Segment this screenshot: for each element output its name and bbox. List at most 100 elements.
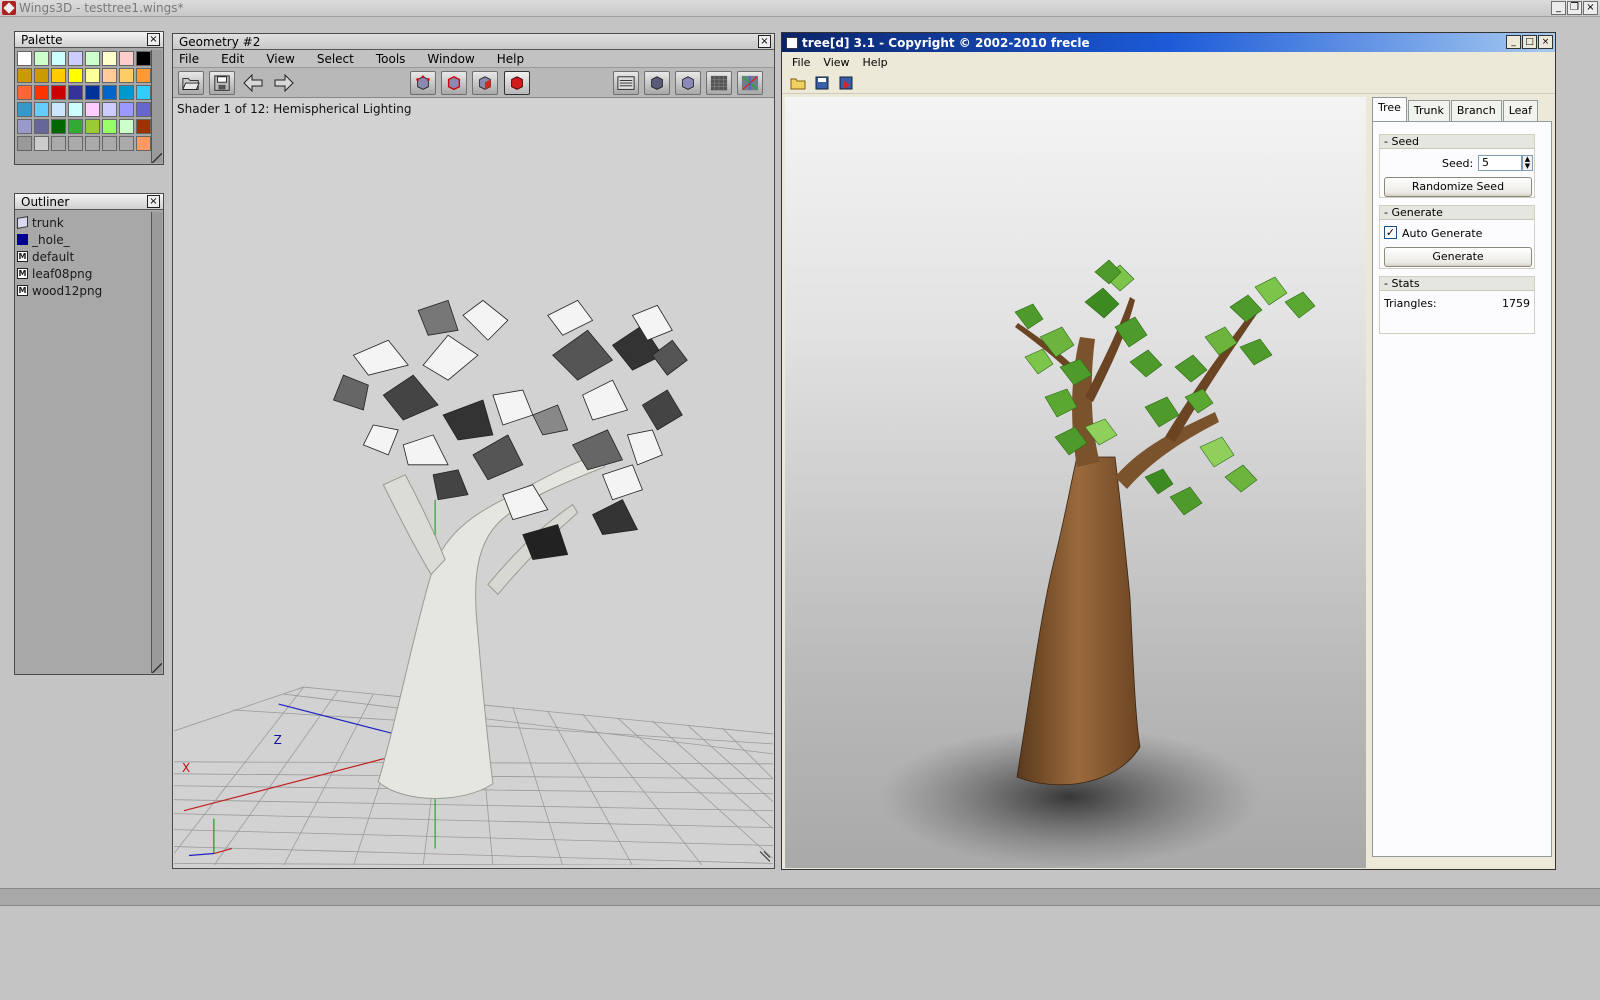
resize-grip-icon[interactable] <box>152 153 162 163</box>
palette-swatch[interactable] <box>68 51 83 66</box>
menu-tools[interactable]: Tools <box>376 52 418 66</box>
palette-swatch[interactable] <box>85 68 100 83</box>
palette-swatch[interactable] <box>34 85 49 100</box>
palette-swatch[interactable] <box>136 119 151 134</box>
export-icon[interactable] <box>838 76 854 90</box>
palette-swatch[interactable] <box>17 68 32 83</box>
palette-swatch[interactable] <box>51 119 66 134</box>
palette-swatch[interactable] <box>85 102 100 117</box>
auto-generate-checkbox[interactable]: ✓ <box>1384 226 1397 239</box>
palette-swatch[interactable] <box>51 51 66 66</box>
palette-swatch[interactable] <box>68 136 83 151</box>
palette-swatch[interactable] <box>136 136 151 151</box>
treed-menu-file[interactable]: File <box>792 56 810 69</box>
smooth-shading-button[interactable] <box>644 71 670 95</box>
palette-swatch[interactable] <box>17 85 32 100</box>
palette-swatch[interactable] <box>102 119 117 134</box>
resize-grip-icon[interactable] <box>759 851 771 862</box>
palette-swatch[interactable] <box>102 68 117 83</box>
tab-tree[interactable]: Tree <box>1372 97 1407 121</box>
treed-close-button[interactable]: × <box>1538 35 1553 49</box>
palette-swatch[interactable] <box>34 51 49 66</box>
wireframe-button[interactable] <box>706 71 732 95</box>
treed-menu-view[interactable]: View <box>823 56 849 69</box>
outliner-close-button[interactable]: × <box>147 195 160 208</box>
outliner-titlebar[interactable]: Outliner × <box>15 194 163 210</box>
palette-swatch[interactable] <box>119 51 134 66</box>
geometry-viewport[interactable]: X Z Y <box>174 116 773 866</box>
redo-button[interactable] <box>271 71 297 95</box>
outliner-item-default[interactable]: M default <box>17 248 149 265</box>
menu-file[interactable]: File <box>179 52 211 66</box>
undo-button[interactable] <box>240 71 266 95</box>
seed-stepper[interactable]: ▲ ▼ <box>1522 155 1533 171</box>
palette-swatch[interactable] <box>136 68 151 83</box>
palette-swatch[interactable] <box>68 102 83 117</box>
palette-swatch[interactable] <box>17 51 32 66</box>
palette-swatch[interactable] <box>51 136 66 151</box>
palette-swatch[interactable] <box>102 136 117 151</box>
treed-maximize-button[interactable]: □ <box>1522 35 1537 49</box>
edge-mode-button[interactable] <box>441 71 467 95</box>
menu-help[interactable]: Help <box>497 52 536 66</box>
outliner-item-leaf08png[interactable]: M leaf08png <box>17 265 149 282</box>
geometry-close-button[interactable]: × <box>758 35 771 48</box>
vertex-mode-button[interactable] <box>410 71 436 95</box>
tab-trunk[interactable]: Trunk <box>1407 100 1450 121</box>
palette-swatch[interactable] <box>102 85 117 100</box>
save-icon[interactable] <box>814 76 830 90</box>
geometry-titlebar[interactable]: Geometry #2 × <box>173 34 774 50</box>
minimize-button[interactable]: _ <box>1551 1 1566 15</box>
menu-window[interactable]: Window <box>427 52 486 66</box>
palette-swatch[interactable] <box>119 68 134 83</box>
palette-scrollbar[interactable] <box>151 50 162 163</box>
view-groundplane-button[interactable] <box>613 71 639 95</box>
palette-swatch[interactable] <box>34 68 49 83</box>
menu-view[interactable]: View <box>266 52 306 66</box>
randomize-seed-button[interactable]: Randomize Seed <box>1384 177 1532 197</box>
close-button[interactable]: × <box>1583 1 1598 15</box>
tab-branch[interactable]: Branch <box>1450 100 1502 121</box>
tree-render-viewport[interactable] <box>785 97 1366 868</box>
menu-select[interactable]: Select <box>317 52 366 66</box>
palette-swatch[interactable] <box>119 102 134 117</box>
restore-button[interactable]: ❐ <box>1567 1 1582 15</box>
seed-input[interactable]: 5 <box>1478 155 1522 171</box>
treed-titlebar[interactable]: tree[d] 3.1 - Copyright © 2002-2010 frec… <box>782 33 1555 52</box>
open-button[interactable] <box>178 71 204 95</box>
palette-swatch[interactable] <box>136 51 151 66</box>
save-button[interactable] <box>209 71 235 95</box>
outliner-item-hole[interactable]: _hole_ <box>17 231 149 248</box>
palette-close-button[interactable]: × <box>147 33 160 46</box>
outliner-item-trunk[interactable]: trunk <box>17 214 149 231</box>
palette-swatch[interactable] <box>34 136 49 151</box>
axes-toggle-button[interactable] <box>737 71 763 95</box>
wings3d-app-icon[interactable] <box>2 1 16 15</box>
palette-swatch[interactable] <box>102 51 117 66</box>
menu-edit[interactable]: Edit <box>221 52 256 66</box>
palette-swatch[interactable] <box>51 85 66 100</box>
palette-swatch[interactable] <box>34 102 49 117</box>
palette-swatch[interactable] <box>51 68 66 83</box>
palette-swatch[interactable] <box>17 102 32 117</box>
generate-button[interactable]: Generate <box>1384 247 1532 267</box>
tab-leaf[interactable]: Leaf <box>1502 100 1539 121</box>
palette-swatch[interactable] <box>85 85 100 100</box>
palette-swatch[interactable] <box>68 119 83 134</box>
outliner-item-wood12png[interactable]: M wood12png <box>17 282 149 299</box>
folder-open-icon[interactable] <box>790 76 806 90</box>
palette-swatch[interactable] <box>119 85 134 100</box>
treed-menu-help[interactable]: Help <box>863 56 888 69</box>
palette-swatch[interactable] <box>85 136 100 151</box>
outliner-scrollbar[interactable] <box>151 212 162 673</box>
flat-shading-button[interactable] <box>675 71 701 95</box>
face-mode-button[interactable] <box>472 71 498 95</box>
palette-swatch[interactable] <box>34 119 49 134</box>
body-mode-button[interactable] <box>504 71 530 95</box>
palette-swatch[interactable] <box>136 102 151 117</box>
palette-swatch[interactable] <box>102 102 117 117</box>
resize-grip-icon[interactable] <box>152 663 162 673</box>
palette-swatch[interactable] <box>136 85 151 100</box>
palette-swatch[interactable] <box>17 119 32 134</box>
treed-app-icon[interactable] <box>786 36 798 49</box>
